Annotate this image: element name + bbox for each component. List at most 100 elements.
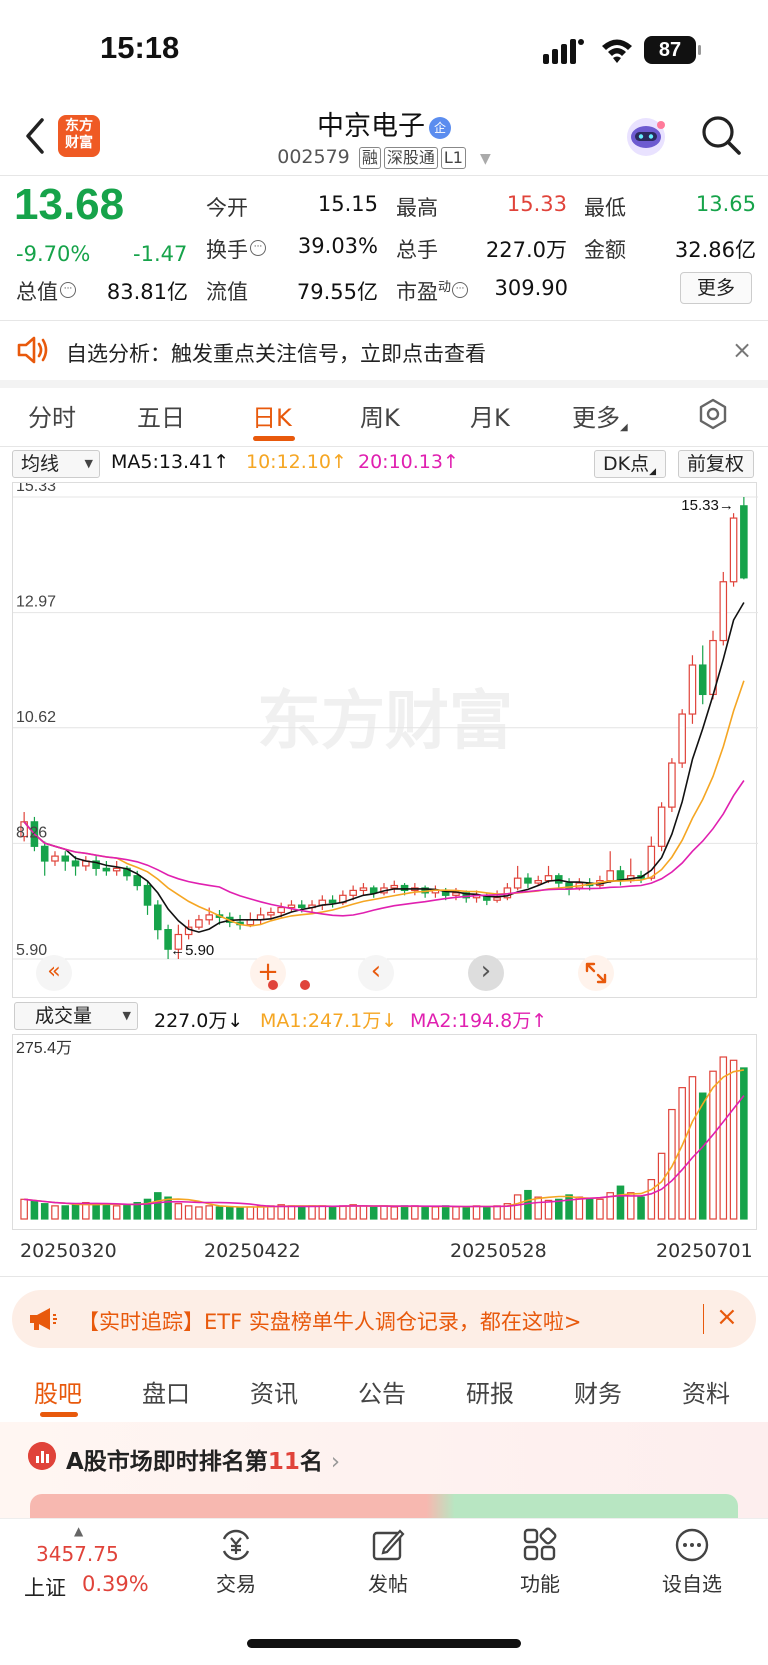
volume-svg[interactable]: 275.4万 [13, 1035, 758, 1231]
add-watchlist-icon[interactable] [674, 1527, 710, 1563]
expand-up-icon[interactable]: ▲ [74, 1524, 83, 1538]
info-dots-icon[interactable]: ··· [452, 282, 469, 298]
pe-label-text: 市盈 [396, 280, 438, 304]
functions-grid-icon[interactable] [522, 1527, 558, 1563]
pe-label[interactable]: 市盈动 ··· [396, 276, 469, 306]
volume-bar [369, 1206, 378, 1220]
up-arrow-icon: ↑ [213, 451, 230, 473]
candlestick-svg[interactable]: 东方财富 15.33 12.97 10.62 8.26 5.90 15.33→ ←5.90 [13, 478, 758, 999]
candle-body [102, 867, 111, 872]
rank-text[interactable]: A股市场即时排名第11名 › [66, 1442, 340, 1476]
volume-bar [740, 1067, 748, 1220]
notice-text[interactable]: 自选分析：触发重点关注信号，立即点击查看 [66, 338, 486, 368]
tab-research[interactable]: 研报 [466, 1374, 514, 1409]
volume-bar [616, 1185, 625, 1220]
info-dots-icon[interactable]: ··· [250, 240, 266, 256]
volume-bar [236, 1207, 244, 1220]
tab-more[interactable]: 更多◢ [572, 398, 628, 433]
scroll-left-button[interactable]: ‹ [358, 955, 394, 991]
volume-bar [668, 1108, 676, 1220]
dropdown-caret-icon: ▼ [84, 457, 93, 470]
info-dots-icon[interactable]: ··· [60, 282, 76, 298]
nav-add-watchlist[interactable]: 设自选 [652, 1568, 732, 1597]
search-icon[interactable] [700, 114, 742, 156]
candle-body [729, 517, 738, 583]
last-price: 13.68 [14, 180, 125, 229]
volume-bar [318, 1205, 327, 1220]
more-button[interactable]: 更多 [680, 272, 752, 304]
nav-post[interactable]: 发帖 [348, 1568, 428, 1597]
dropdown-caret-icon: ▼ [122, 1009, 131, 1022]
candle-body [143, 884, 152, 906]
adjust-button[interactable]: 前复权 [678, 450, 754, 478]
index-change[interactable]: 0.39% [82, 1572, 149, 1596]
ad-separator [703, 1304, 704, 1334]
y-tick-label: 8.26 [16, 824, 47, 841]
tab-announcements[interactable]: 公告 [358, 1374, 406, 1409]
indicator-select[interactable]: 均线 ▼ [12, 450, 100, 478]
tab-finance[interactable]: 财务 [574, 1374, 622, 1409]
assistant-robot-icon[interactable] [623, 115, 669, 159]
turnover-label[interactable]: 换手 ··· [206, 234, 266, 264]
index-name[interactable]: 上证 [24, 1572, 66, 1602]
candle-body [524, 877, 532, 884]
tabs-divider [0, 446, 768, 447]
candle-body [328, 899, 337, 904]
candle-body [513, 877, 522, 889]
mkt-cap-label[interactable]: 总值 ··· [16, 276, 76, 306]
tab-weekly-k[interactable]: 周K [360, 398, 400, 433]
tab-intraday[interactable]: 分时 [28, 398, 76, 433]
tab-five-day[interactable]: 五日 [137, 398, 185, 433]
scroll-left-fast-button[interactable]: « [36, 955, 72, 991]
volume-bar [308, 1205, 316, 1220]
nav-functions[interactable]: 功能 [500, 1568, 580, 1597]
notice-close-icon[interactable]: × [732, 336, 752, 364]
index-value[interactable]: 3457.75 [36, 1542, 119, 1566]
volume-bar [328, 1206, 337, 1220]
bull-bear-bar [30, 1494, 738, 1518]
scroll-right-button[interactable]: › [468, 955, 504, 991]
volume-indicator-select[interactable]: 成交量 ▼ [14, 1002, 138, 1030]
tab-news[interactable]: 资讯 [250, 1374, 298, 1409]
battery-level: 87 [658, 39, 682, 61]
pe-sup: 动 [438, 280, 452, 295]
trade-icon[interactable] [218, 1527, 254, 1563]
volume-bar [256, 1205, 265, 1220]
compose-post-icon[interactable] [370, 1527, 406, 1563]
tab-order-book[interactable]: 盘口 [142, 1374, 190, 1409]
dk-point-button[interactable]: DK点◢ [594, 450, 666, 478]
ad-text[interactable]: 【实时追踪】ETF 实盘榜单牛人调仓记录，都在这啦> [78, 1306, 581, 1336]
turnover-label-text: 换手 [206, 238, 248, 262]
nav-trade[interactable]: 交易 [196, 1568, 276, 1597]
ad-close-icon[interactable]: × [716, 1302, 738, 1332]
volume-chart[interactable]: 275.4万 [12, 1034, 757, 1230]
ma5-legend: MA5:13.41↑ [111, 451, 229, 473]
stock-name: 中京电子 [317, 111, 425, 142]
volume-bar [698, 1092, 707, 1220]
y-tick-label: 10.62 [16, 709, 56, 726]
fullscreen-icon[interactable] [578, 955, 614, 991]
tab-daily-k[interactable]: 日K [252, 398, 292, 433]
candle-body [606, 870, 614, 882]
tab-forum[interactable]: 股吧 [34, 1374, 82, 1409]
tab-monthly-k[interactable]: 月K [470, 398, 510, 433]
y-tick-label: 5.90 [16, 942, 47, 959]
volume-bar [184, 1205, 193, 1220]
candlestick-chart[interactable]: 东方财富 15.33 12.97 10.62 8.26 5.90 15.33→ ←5.90 [12, 478, 758, 999]
candle-body [349, 889, 357, 896]
volume-bar [102, 1204, 111, 1220]
dropdown-caret-icon[interactable]: ▼ [480, 151, 491, 167]
candle-body [359, 887, 368, 892]
ma20-legend: 20:10.13↑ [358, 451, 459, 473]
candle-body [678, 713, 686, 764]
volume-bar [400, 1205, 409, 1220]
volume-bar [493, 1205, 501, 1220]
date-label: 20250528 [450, 1240, 547, 1262]
volume-bar [637, 1196, 645, 1220]
date-label: 20250320 [20, 1240, 117, 1262]
settings-gear-icon[interactable] [697, 398, 729, 430]
rank-number: 11 [267, 1449, 300, 1475]
tab-profile[interactable]: 资料 [682, 1374, 730, 1409]
volume-bar [20, 1198, 28, 1220]
up-arrow-icon: ↑ [442, 451, 459, 473]
